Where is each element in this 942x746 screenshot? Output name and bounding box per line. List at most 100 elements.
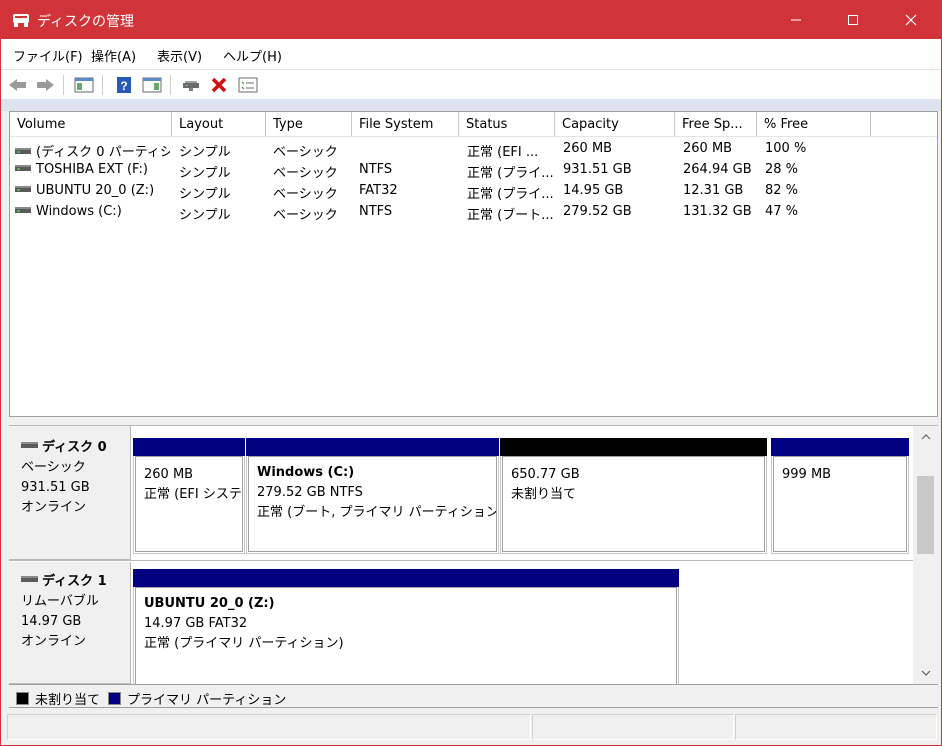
pane-splitter[interactable] xyxy=(9,417,938,426)
free-space-cell: 131.32 GB xyxy=(683,204,752,219)
volume-list-header: Volume Layout Type File System Status Ca… xyxy=(10,112,937,137)
partition-ubuntu-z[interactable]: UBUNTU 20_0 (Z:) 14.97 GB FAT32 正常 (プライマ… xyxy=(133,569,679,684)
disk-type: リムーバブル xyxy=(21,594,99,609)
partition-details: 260 MB 正常 (EFI システ xyxy=(135,456,243,552)
column-header-free-space[interactable]: Free Sp... xyxy=(675,112,757,136)
menu-file[interactable]: ファイル(F) xyxy=(13,46,83,65)
disk-graphical-view: ディスク 0 ベーシック 931.51 GB オンライン 260 MB 正常 (… xyxy=(9,426,938,684)
partition-status: 正常 (EFI システ xyxy=(144,487,242,502)
column-header-volume[interactable]: Volume xyxy=(10,112,172,136)
partition-windows-c[interactable]: Windows (C:) 279.52 GB NTFS 正常 (ブート, プライ… xyxy=(246,438,499,554)
volume-row[interactable]: UBUNTU 20_0 (Z:) シンプル ベーシック FAT32 正常 (プラ… xyxy=(10,180,937,202)
partition-size: 650.77 GB xyxy=(511,467,580,482)
layout-cell: シンプル xyxy=(179,166,231,181)
volume-cell: UBUNTU 20_0 (Z:) xyxy=(15,183,170,198)
volume-cell: (ディスク 0 パーティショ... xyxy=(15,141,170,160)
free-space-cell: 12.31 GB xyxy=(683,183,744,198)
disk-row-separator xyxy=(9,560,914,561)
disk-status: オンライン xyxy=(21,634,87,649)
disk-size: 14.97 GB xyxy=(21,614,82,629)
properties-icon xyxy=(238,77,258,93)
toolbar-separator xyxy=(102,75,103,95)
volume-icon xyxy=(15,185,31,192)
free-space-cell: 264.94 GB xyxy=(683,162,752,177)
file-system-cell: FAT32 xyxy=(359,183,398,198)
maximize-button[interactable] xyxy=(824,1,882,39)
toolbar-separator xyxy=(63,75,64,95)
delete-button[interactable] xyxy=(208,74,230,96)
toolbar: ? xyxy=(1,69,941,99)
back-arrow-icon xyxy=(9,79,26,91)
delete-icon xyxy=(211,77,227,93)
legend-swatch xyxy=(108,692,121,705)
minimize-button[interactable] xyxy=(767,1,825,39)
partition-efi[interactable]: 260 MB 正常 (EFI システ xyxy=(133,438,245,554)
partition-details: 650.77 GB 未割り当て xyxy=(502,456,765,552)
menu-help[interactable]: ヘルプ(H) xyxy=(223,46,282,65)
volume-list[interactable]: Volume Layout Type File System Status Ca… xyxy=(9,111,938,417)
legend-swatch xyxy=(16,692,29,705)
content-frame xyxy=(1,99,941,111)
scroll-down-button[interactable] xyxy=(913,664,938,681)
properties-button[interactable] xyxy=(237,74,259,96)
disk-name: ディスク 0 xyxy=(42,440,107,455)
partition-type-bar xyxy=(500,438,767,456)
title-bar[interactable]: ディスクの管理 xyxy=(1,1,941,39)
disk-size: 931.51 GB xyxy=(21,480,90,495)
close-button[interactable] xyxy=(882,1,940,39)
status-cell: 正常 (ブート... xyxy=(467,208,553,223)
forward-arrow-icon xyxy=(37,79,54,91)
menu-bar: ファイル(F) 操作(A) 表示(V) ヘルプ(H) xyxy=(1,39,941,69)
partition-type-bar xyxy=(246,438,499,456)
partition-size: 279.52 GB NTFS xyxy=(257,485,363,500)
volume-row[interactable]: Windows (C:) シンプル ベーシック NTFS 正常 (ブート... … xyxy=(10,201,937,223)
partition-details: Windows (C:) 279.52 GB NTFS 正常 (ブート, プライ… xyxy=(248,456,497,552)
minimize-icon xyxy=(791,19,801,21)
column-header-percent-free[interactable]: % Free xyxy=(757,112,871,136)
column-header-type[interactable]: Type xyxy=(266,112,352,136)
status-pane xyxy=(7,714,531,740)
menu-action[interactable]: 操作(A) xyxy=(91,46,136,65)
legend-item-primary: プライマリ パーティション xyxy=(108,689,286,708)
connect-disk-button[interactable] xyxy=(180,74,202,96)
type-cell: ベーシック xyxy=(273,187,338,202)
percent-free-cell: 100 % xyxy=(765,141,807,156)
volume-row[interactable]: TOSHIBA EXT (F:) シンプル ベーシック NTFS 正常 (プライ… xyxy=(10,159,937,181)
layout-cell: シンプル xyxy=(179,208,231,223)
partition-type-bar xyxy=(133,438,245,456)
status-pane xyxy=(735,714,937,740)
type-cell: ベーシック xyxy=(273,166,338,181)
file-system-cell: NTFS xyxy=(359,162,393,177)
disk-1-info[interactable]: ディスク 1 リムーバブル 14.97 GB オンライン xyxy=(9,562,131,684)
scroll-up-button[interactable] xyxy=(913,428,938,445)
menu-view[interactable]: 表示(V) xyxy=(157,46,202,65)
back-button[interactable] xyxy=(7,74,29,96)
partition-status: 未割り当て xyxy=(511,487,577,502)
help-button[interactable]: ? xyxy=(113,74,135,96)
column-header-status[interactable]: Status xyxy=(459,112,555,136)
column-header-file-system[interactable]: File System xyxy=(352,112,459,136)
type-cell: ベーシック xyxy=(273,208,338,223)
scroll-thumb[interactable] xyxy=(917,476,934,554)
action-pane-icon xyxy=(142,77,162,93)
partition-details: UBUNTU 20_0 (Z:) 14.97 GB FAT32 正常 (プライマ… xyxy=(135,587,677,684)
action-pane-button[interactable] xyxy=(141,74,163,96)
partition-unallocated[interactable]: 650.77 GB 未割り当て xyxy=(500,438,767,554)
disk-0-info[interactable]: ディスク 0 ベーシック 931.51 GB オンライン xyxy=(9,426,131,560)
capacity-cell: 279.52 GB xyxy=(563,204,632,219)
forward-button[interactable] xyxy=(34,74,56,96)
legend-label: 未割り当て xyxy=(35,693,101,708)
status-cell: 正常 (プライ... xyxy=(467,166,553,181)
partition-recovery[interactable]: 999 MB xyxy=(771,438,909,554)
legend-item-unallocated: 未割り当て xyxy=(16,689,100,708)
console-tree-button[interactable] xyxy=(73,74,95,96)
connect-disk-icon xyxy=(183,81,199,91)
column-header-capacity[interactable]: Capacity xyxy=(555,112,675,136)
volume-icon xyxy=(15,164,31,171)
help-icon: ? xyxy=(117,77,131,93)
graph-view-scrollbar[interactable] xyxy=(913,426,938,684)
percent-free-cell: 47 % xyxy=(765,204,799,219)
volume-row[interactable]: (ディスク 0 パーティショ... シンプル ベーシック 正常 (EFI ...… xyxy=(10,138,937,160)
partition-size: 260 MB xyxy=(144,467,194,482)
column-header-layout[interactable]: Layout xyxy=(172,112,266,136)
